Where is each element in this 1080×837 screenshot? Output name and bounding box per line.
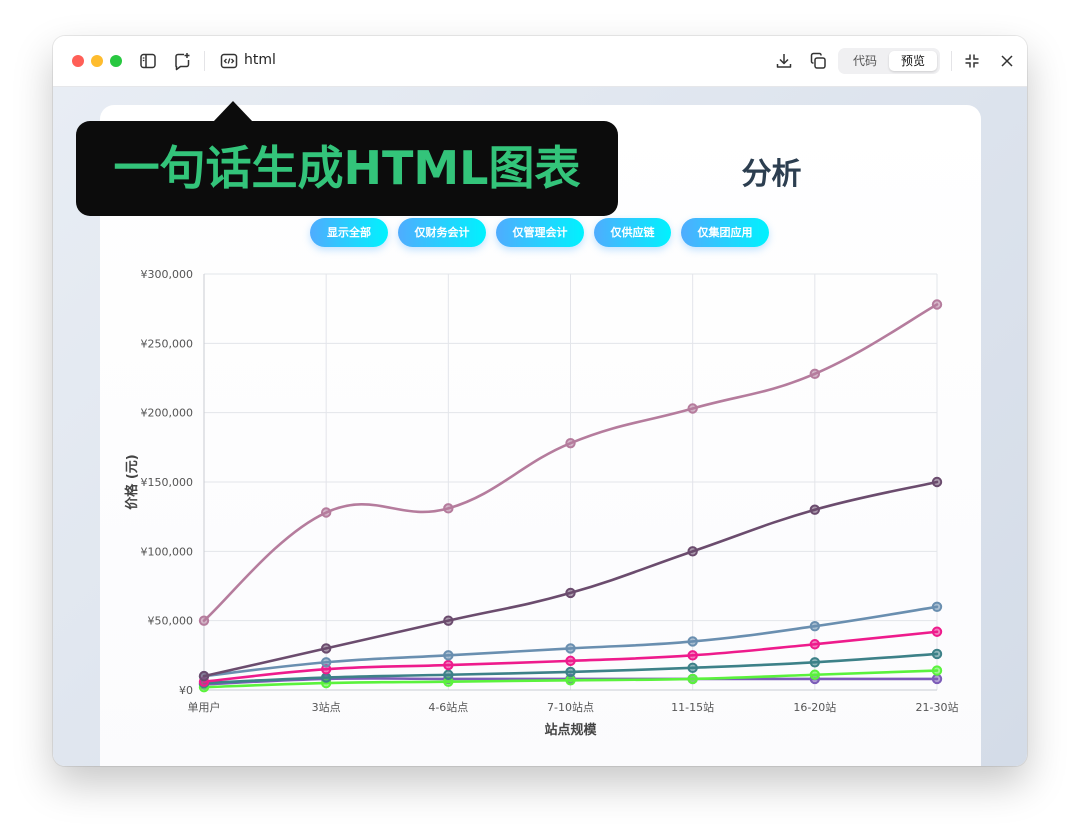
data-point [320, 672, 332, 683]
data-point [931, 476, 943, 488]
data-point [809, 368, 821, 380]
data-point [320, 657, 332, 668]
x-tick-label: 3站点 [312, 700, 341, 714]
y-tick-label: ¥300,000 [141, 268, 194, 281]
data-point [687, 546, 698, 557]
data-point [565, 655, 576, 667]
y-axis-label: 价格 (元) [124, 454, 140, 509]
x-tick-label: 7-10站点 [547, 700, 594, 714]
data-point [809, 669, 821, 680]
data-point [565, 437, 576, 449]
data-point [443, 669, 454, 680]
data-point [565, 666, 576, 678]
data-point [687, 673, 698, 685]
y-tick-label: ¥100,000 [141, 545, 194, 558]
data-point [931, 626, 943, 637]
data-point [687, 636, 698, 647]
data-point [809, 639, 821, 650]
data-point [687, 662, 698, 674]
y-tick-label: ¥250,000 [141, 337, 194, 350]
data-point [931, 648, 943, 660]
data-point [320, 643, 332, 654]
data-point [198, 615, 210, 626]
data-point [931, 601, 943, 612]
x-tick-label: 4-6站点 [428, 700, 468, 714]
data-point [443, 659, 454, 671]
banner-text: 一句话生成HTML图表 [113, 141, 581, 195]
data-point [687, 650, 698, 661]
data-point [443, 503, 454, 514]
data-point [565, 643, 576, 654]
x-tick-label: 21-30站 [916, 700, 959, 714]
data-point [809, 504, 821, 515]
data-point [809, 657, 821, 668]
data-point [198, 670, 210, 682]
x-tick-label: 单用户 [188, 700, 221, 714]
data-point [443, 615, 454, 626]
x-tick-label: 16-20站 [793, 700, 836, 714]
data-point [809, 621, 821, 632]
promo-banner: 一句话生成HTML图表 [76, 121, 618, 216]
y-tick-label: ¥0 [179, 684, 193, 697]
y-tick-label: ¥200,000 [141, 407, 194, 420]
x-axis-label: 站点规模 [544, 722, 597, 738]
data-point [320, 507, 332, 518]
y-tick-label: ¥50,000 [148, 615, 194, 628]
data-point [931, 665, 943, 676]
y-tick-label: ¥150,000 [141, 476, 194, 489]
data-point [565, 675, 576, 686]
data-point [687, 403, 698, 414]
x-tick-label: 11-15站 [671, 700, 714, 714]
data-point [931, 299, 943, 310]
data-point [443, 650, 454, 661]
banner-pointer [213, 101, 253, 122]
data-point [565, 587, 576, 599]
data-point [931, 673, 943, 685]
